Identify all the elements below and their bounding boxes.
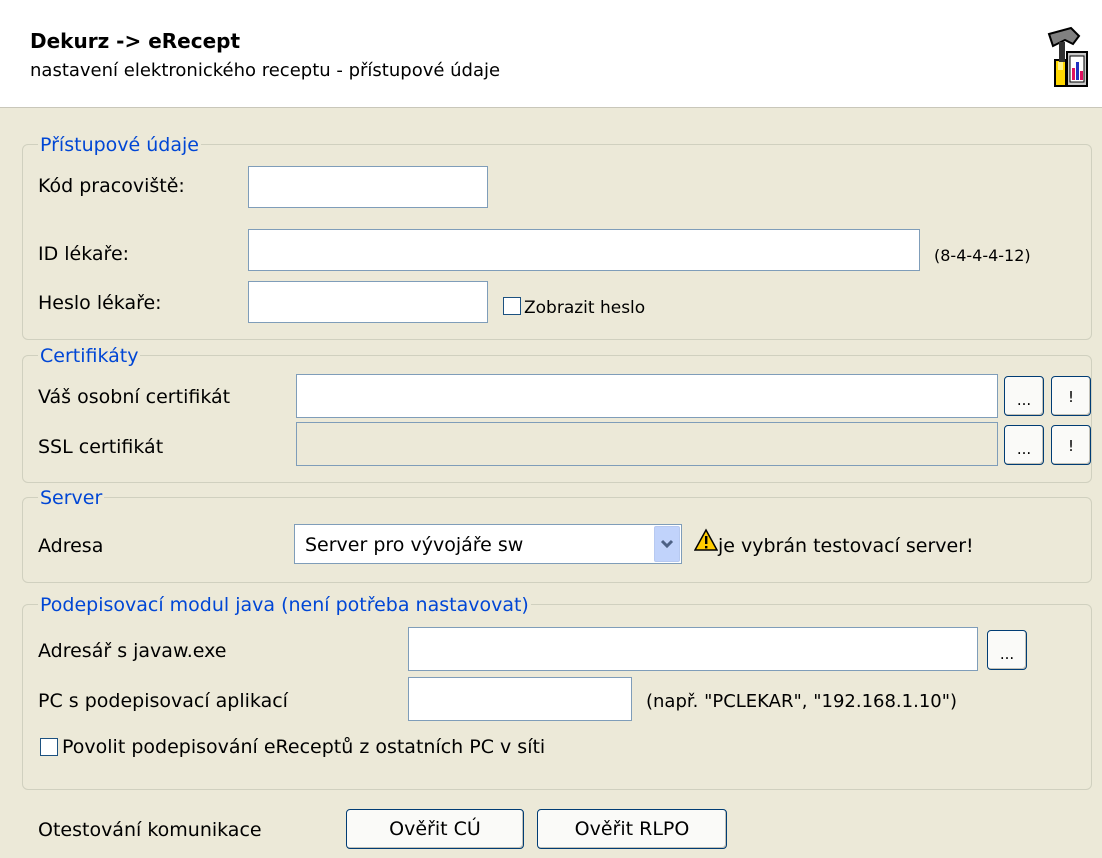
show-password-checkbox[interactable]	[503, 297, 521, 315]
javaw-dir-browse-button[interactable]: ...	[987, 630, 1027, 670]
access-legend: Přístupové údaje	[38, 134, 201, 156]
doctor-id-label: ID lékaře:	[38, 243, 130, 265]
doctor-id-input[interactable]	[248, 229, 920, 271]
warning-icon	[694, 528, 718, 551]
doctor-password-input[interactable]	[248, 281, 488, 323]
server-address-value: Server pro vývojáře sw	[305, 534, 524, 556]
show-password-label[interactable]: Zobrazit heslo	[524, 298, 645, 318]
allow-remote-signing-checkbox[interactable]	[40, 738, 58, 756]
ssl-certificate-info-button[interactable]: !	[1051, 425, 1091, 465]
personal-certificate-browse-button[interactable]: ...	[1004, 376, 1044, 416]
verify-rlpo-button[interactable]: Ověřit RLPO	[537, 809, 727, 849]
ssl-certificate-label: SSL certifikát	[38, 436, 164, 458]
signing-pc-hint: (např. "PCLEKAR", "192.168.1.10")	[646, 691, 958, 712]
javaw-dir-input[interactable]	[408, 627, 978, 671]
server-warning-text: je vybrán testovací server!	[718, 535, 974, 557]
server-legend: Server	[38, 487, 105, 509]
javaw-dir-label: Adresář s javaw.exe	[38, 640, 227, 662]
ssl-certificate-browse-button[interactable]: ...	[1004, 425, 1044, 465]
ssl-certificate-input	[296, 422, 998, 466]
personal-certificate-input[interactable]	[296, 374, 998, 418]
personal-certificate-info-button[interactable]: !	[1051, 376, 1091, 416]
page-title: Dekurz -> eRecept	[30, 29, 241, 53]
wizard-icon	[1047, 26, 1088, 87]
certificates-legend: Certifikáty	[38, 345, 141, 367]
workplace-code-input[interactable]	[248, 166, 488, 208]
doctor-id-hint: (8-4-4-4-12)	[934, 246, 1031, 265]
chevron-down-icon[interactable]	[654, 526, 680, 562]
server-address-select[interactable]: Server pro vývojáře sw	[294, 524, 682, 564]
page-subtitle: nastavení elektronického receptu - příst…	[30, 60, 501, 81]
workplace-code-label: Kód pracoviště:	[38, 175, 185, 197]
verify-cu-button[interactable]: Ověřit CÚ	[346, 809, 524, 849]
java-legend: Podepisovací modul java (není potřeba na…	[38, 594, 531, 616]
wizard-header: Dekurz -> eRecept nastavení elektronické…	[0, 0, 1102, 108]
doctor-password-label: Heslo lékaře:	[38, 292, 162, 314]
server-address-label: Adresa	[38, 535, 104, 557]
allow-remote-signing-label[interactable]: Povolit podepisování eReceptů z ostatníc…	[62, 736, 545, 758]
personal-certificate-label: Váš osobní certifikát	[38, 386, 231, 408]
signing-pc-input[interactable]	[408, 677, 632, 721]
signing-pc-label: PC s podepisovací aplikací	[38, 690, 288, 712]
communication-test-label: Otestování komunikace	[38, 819, 262, 841]
